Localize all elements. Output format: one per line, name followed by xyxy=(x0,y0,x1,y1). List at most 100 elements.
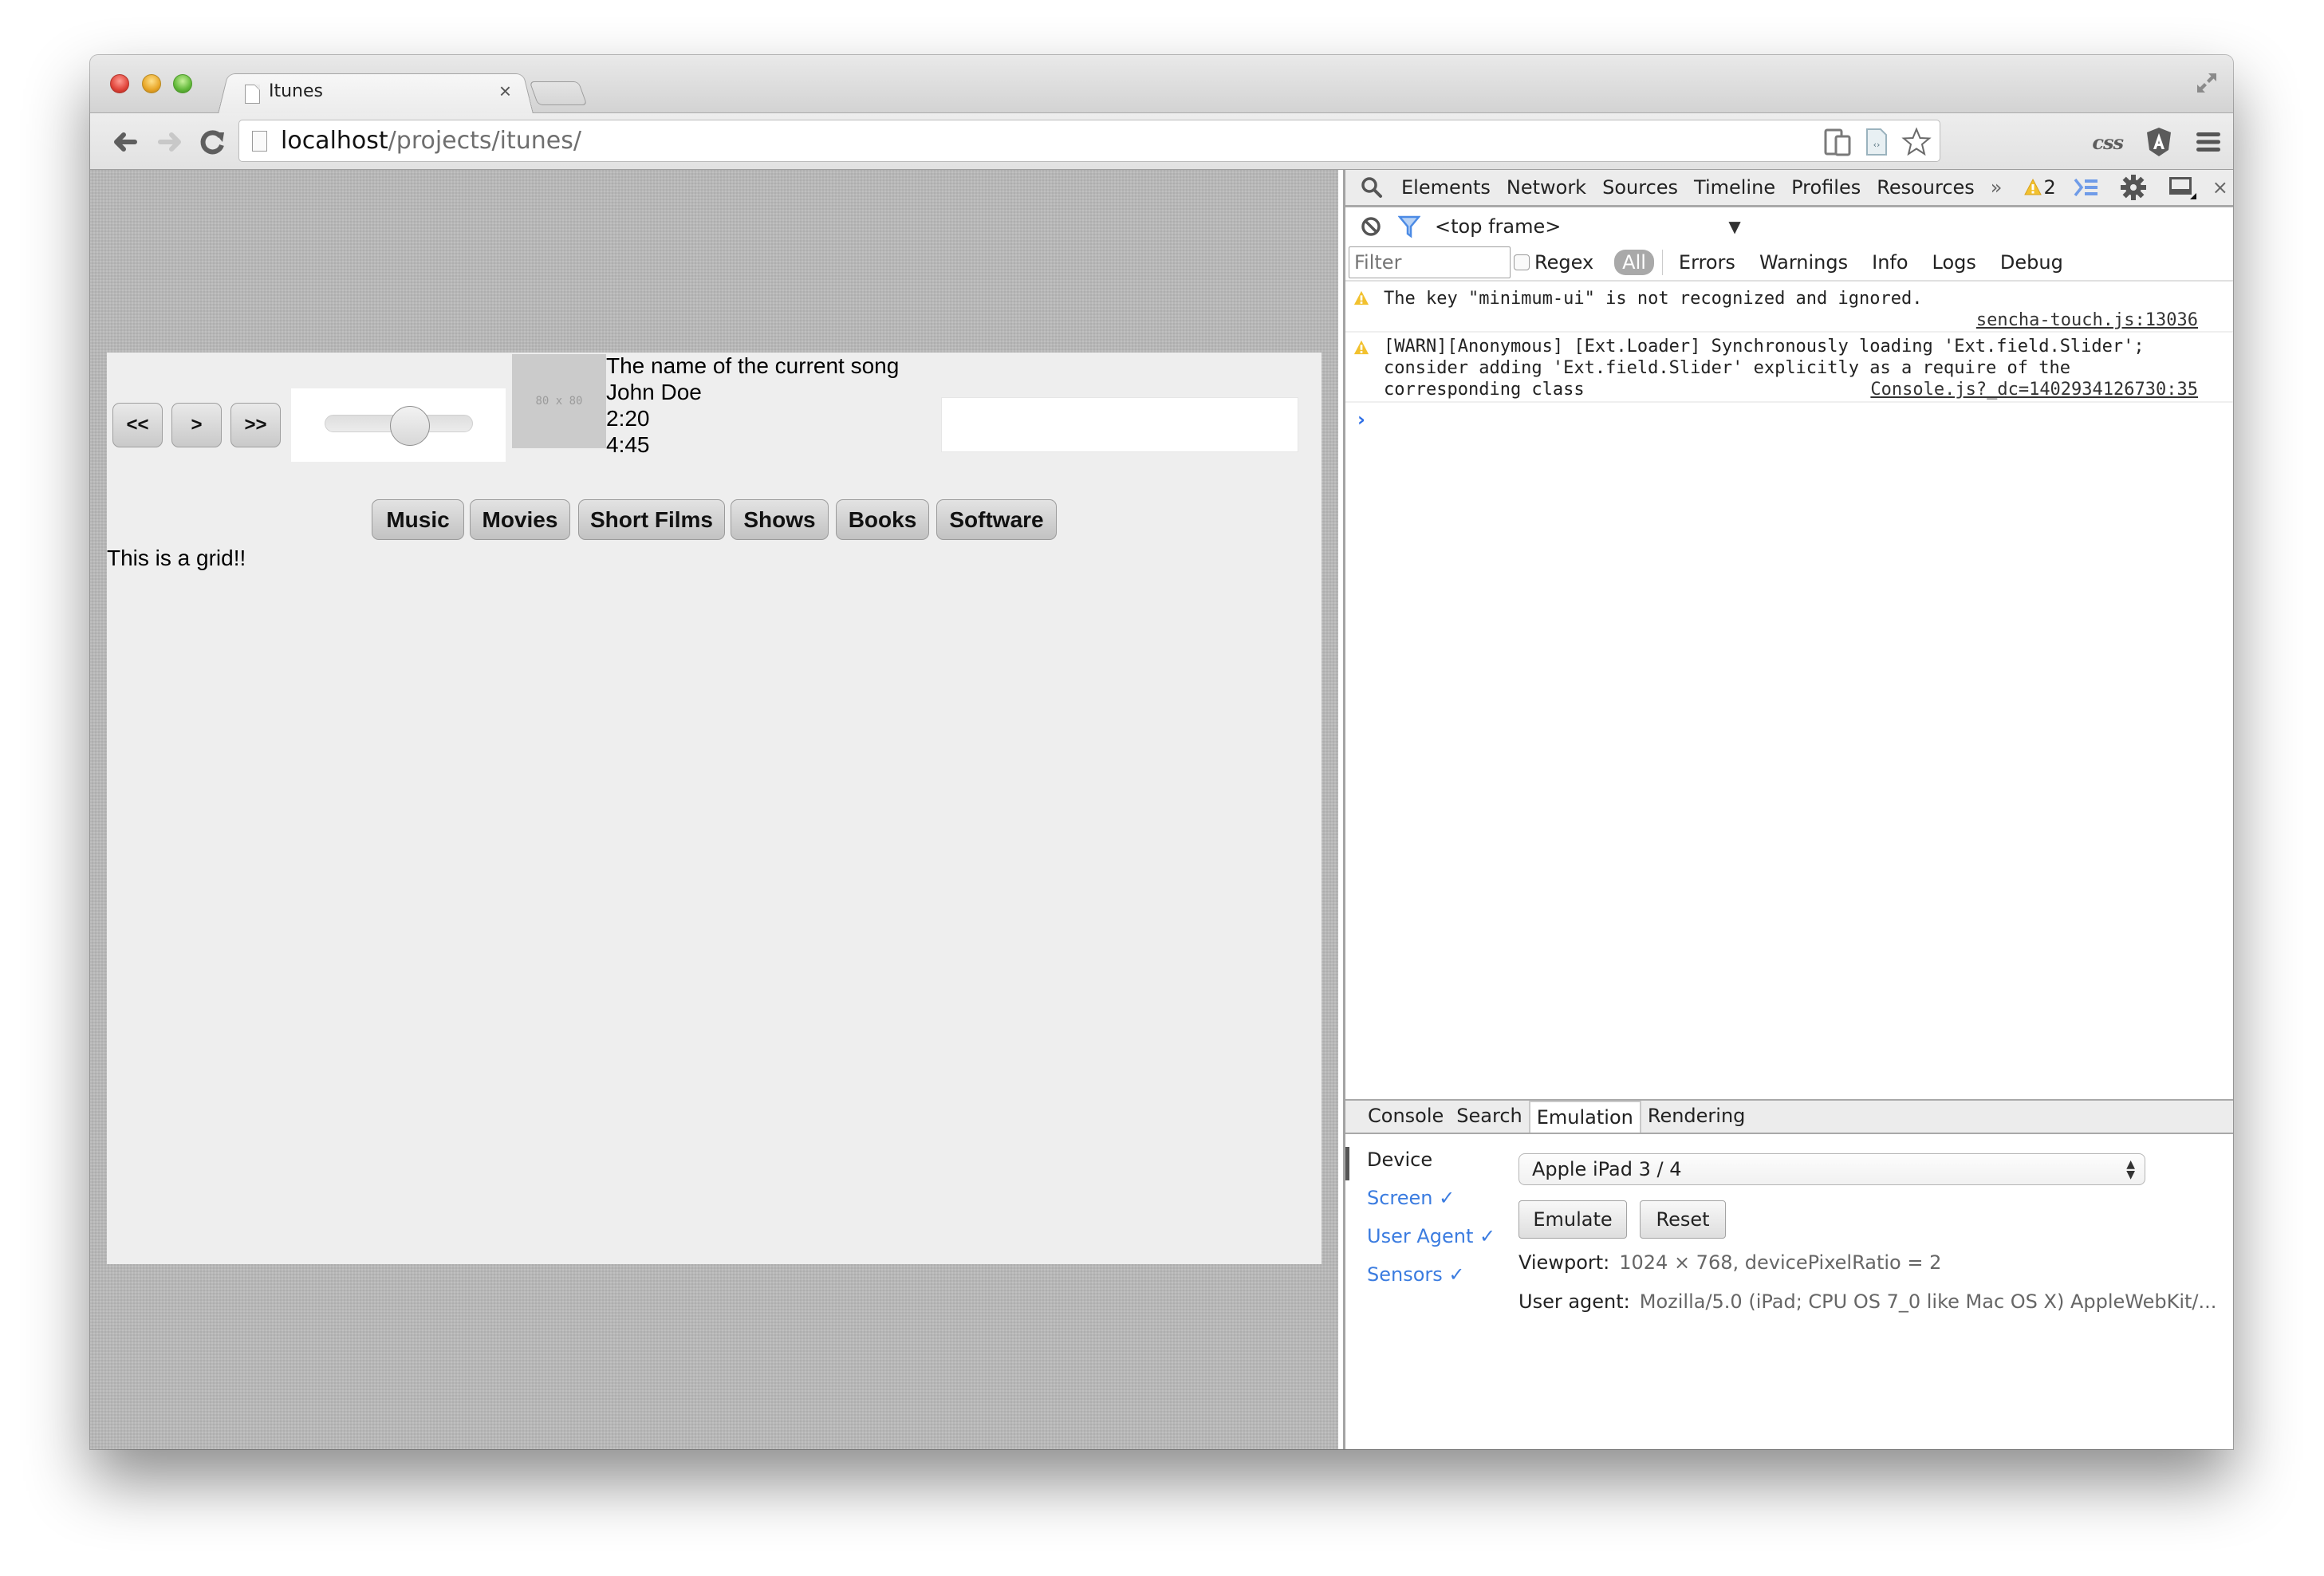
itunes-app-panel: << > >> 80 x 80 The name of the current … xyxy=(107,353,1322,1264)
reset-button[interactable]: Reset xyxy=(1640,1200,1726,1239)
category-music-button[interactable]: Music xyxy=(372,499,464,540)
dock-side-icon[interactable] xyxy=(2168,174,2198,201)
level-all-button[interactable]: All xyxy=(1614,250,1654,275)
emulation-user-agent-item[interactable]: User Agent ✓ xyxy=(1367,1225,1495,1247)
tab-close-icon[interactable]: × xyxy=(499,79,511,104)
drawer-tab-search[interactable]: Search xyxy=(1450,1101,1528,1133)
tab-profiles[interactable]: Profiles xyxy=(1791,176,1861,199)
tab-sources[interactable]: Sources xyxy=(1602,176,1678,199)
category-books-button[interactable]: Books xyxy=(836,499,929,540)
select-arrows-icon: ▲ ▼ xyxy=(2126,1158,2135,1181)
slider-thumb[interactable] xyxy=(389,406,430,446)
message-source-link[interactable]: sencha-touch.js:13036 xyxy=(1976,309,2198,331)
bookmark-star-icon[interactable] xyxy=(1901,127,1932,157)
user-agent-label: User agent: xyxy=(1518,1290,1630,1313)
level-info-button[interactable]: Info xyxy=(1872,251,1908,274)
tab-elements[interactable]: Elements xyxy=(1401,176,1491,199)
forward-arrow-icon[interactable] xyxy=(154,126,186,158)
emulation-device-item[interactable]: Device xyxy=(1367,1149,1432,1171)
settings-gear-icon[interactable] xyxy=(2120,174,2147,201)
slider-container xyxy=(291,388,506,462)
play-button[interactable]: > xyxy=(171,403,222,447)
user-agent-value: Mozilla/5.0 (iPad; CPU OS 7_0 like Mac O… xyxy=(1639,1290,2217,1313)
filter-funnel-icon[interactable] xyxy=(1398,215,1420,238)
level-debug-button[interactable]: Debug xyxy=(2000,251,2063,274)
user-agent-info: User agent: Mozilla/5.0 (iPad; CPU OS 7_0… xyxy=(1518,1290,2216,1313)
device-mode-icon[interactable] xyxy=(1823,128,1852,156)
devtools-panel: Elements Network Sources Timeline Profil… xyxy=(1338,170,2233,1449)
console-message: [WARN][Anonymous] [Ext.Loader] Synchrono… xyxy=(1345,334,2233,403)
url-text: localhost/projects/itunes/ xyxy=(281,127,581,155)
message-text-line: [WARN][Anonymous] [Ext.Loader] Synchrono… xyxy=(1384,337,2145,357)
new-tab-button[interactable] xyxy=(529,81,588,105)
emulate-button[interactable]: Emulate xyxy=(1518,1200,1627,1239)
inspect-search-icon[interactable] xyxy=(1360,175,1384,199)
devtools-toolbar: Elements Network Sources Timeline Profil… xyxy=(1345,170,2233,207)
level-logs-button[interactable]: Logs xyxy=(1932,251,1976,274)
tab-network[interactable]: Network xyxy=(1507,176,1586,199)
warning-icon xyxy=(1353,290,1369,305)
frame-selector[interactable]: <top frame> xyxy=(1435,215,1561,238)
category-movies-button[interactable]: Movies xyxy=(470,499,570,540)
angular-extension-icon[interactable] xyxy=(2145,126,2172,158)
console-message: The key "minimum-ui" is not recognized a… xyxy=(1345,286,2233,333)
album-art-placeholder: 80 x 80 xyxy=(512,354,606,448)
emulation-sensors-item[interactable]: Sensors ✓ xyxy=(1367,1263,1465,1286)
warning-count[interactable]: 2 xyxy=(2043,176,2055,199)
level-errors-button[interactable]: Errors xyxy=(1679,251,1735,274)
message-text: The key "minimum-ui" is not recognized a… xyxy=(1384,289,1923,309)
fullscreen-icon[interactable] xyxy=(2195,71,2219,95)
frame-dropdown-arrow-icon[interactable]: ▼ xyxy=(1728,217,1740,236)
active-indicator xyxy=(1345,1147,1349,1180)
warning-icon[interactable] xyxy=(2024,179,2042,196)
search-field[interactable] xyxy=(941,397,1298,452)
page-icon xyxy=(245,85,260,104)
regex-label: Regex xyxy=(1534,251,1594,274)
clear-console-icon[interactable] xyxy=(1360,215,1382,238)
page-icon xyxy=(252,131,267,152)
level-warnings-button[interactable]: Warnings xyxy=(1759,251,1848,274)
tab-resources[interactable]: Resources xyxy=(1877,176,1975,199)
console-filter-input[interactable] xyxy=(1349,246,1511,278)
next-track-button[interactable]: >> xyxy=(230,403,281,447)
warning-icon xyxy=(1353,340,1369,355)
category-short-films-button[interactable]: Short Films xyxy=(578,499,725,540)
menu-hamburger-icon[interactable] xyxy=(2195,130,2222,154)
page-source-icon[interactable]: ‹› xyxy=(1865,128,1889,156)
category-shows-button[interactable]: Shows xyxy=(731,499,829,540)
console-filter-bar: Regex All Errors Warnings Info Logs Debu… xyxy=(1345,245,2233,282)
browser-tab[interactable]: Itunes × xyxy=(218,69,534,114)
regex-checkbox[interactable] xyxy=(1514,254,1530,270)
browser-toolbar: localhost/projects/itunes/ ‹› css xyxy=(90,113,2233,170)
minimize-window-button[interactable] xyxy=(142,74,161,93)
console-prompt[interactable]: › xyxy=(1357,408,1365,431)
previous-track-button[interactable]: << xyxy=(112,403,163,447)
viewport-label: Viewport: xyxy=(1518,1251,1610,1274)
back-arrow-icon[interactable] xyxy=(109,126,141,158)
message-text-line: corresponding class xyxy=(1384,380,1585,400)
zoom-window-button[interactable] xyxy=(173,74,192,93)
device-select[interactable]: Apple iPad 3 / 4 ▲ ▼ xyxy=(1518,1153,2145,1185)
svg-text:‹›: ‹› xyxy=(1873,140,1881,150)
drawer-tab-bar: Console Search Emulation Rendering xyxy=(1345,1099,2233,1134)
tab-strip: Itunes × xyxy=(90,55,2233,114)
elapsed-time: 2:20 xyxy=(606,406,650,431)
close-window-button[interactable] xyxy=(110,74,129,93)
browser-window: Itunes × localhost/projects/itunes/ ‹› c… xyxy=(90,55,2233,1449)
message-text-line: consider adding 'Ext.field.Slider' expli… xyxy=(1384,358,2070,378)
drawer-tab-emulation[interactable]: Emulation xyxy=(1528,1101,1641,1133)
total-duration: 4:45 xyxy=(606,432,650,457)
emulation-screen-item[interactable]: Screen ✓ xyxy=(1367,1187,1455,1209)
drawer-tab-console[interactable]: Console xyxy=(1361,1101,1450,1133)
category-software-button[interactable]: Software xyxy=(936,499,1057,540)
console-drawer-icon[interactable] xyxy=(2074,176,2099,199)
close-devtools-icon[interactable]: × xyxy=(2212,176,2228,199)
tab-timeline[interactable]: Timeline xyxy=(1694,176,1775,199)
address-bar[interactable]: localhost/projects/itunes/ ‹› xyxy=(238,120,1940,162)
reload-icon[interactable] xyxy=(197,126,229,158)
more-tabs-button[interactable]: » xyxy=(1991,176,2003,199)
message-source-link[interactable]: Console.js?_dc=1402934126730:35 xyxy=(1870,379,2198,400)
drawer-tab-rendering[interactable]: Rendering xyxy=(1641,1101,1752,1133)
css-extension-icon[interactable]: css xyxy=(2092,131,2124,154)
viewport-info: Viewport: 1024 × 768, devicePixelRatio = … xyxy=(1518,1251,1941,1274)
